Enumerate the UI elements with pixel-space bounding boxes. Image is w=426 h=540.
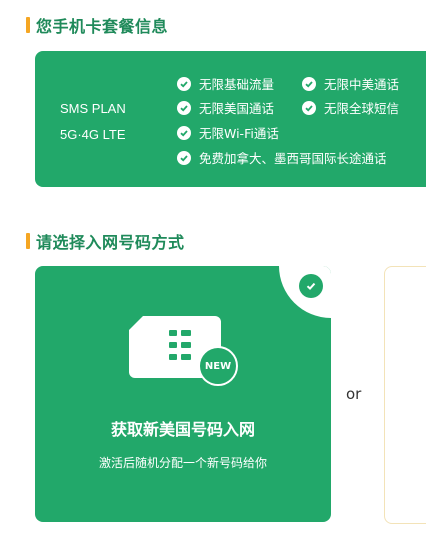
check-icon <box>177 76 191 91</box>
check-icon <box>177 150 191 165</box>
transfer-number-option[interactable] <box>384 266 426 524</box>
feature-item: 无限中美通话 <box>302 74 399 93</box>
feature-item: 无限Wi-Fi通话 <box>177 123 279 142</box>
check-icon <box>177 100 191 115</box>
new-badge: NEW <box>198 346 238 386</box>
plan-name-line2: 5G·4G LTE <box>60 127 126 142</box>
check-icon <box>302 100 316 115</box>
plan-name-line1: SMS PLAN <box>60 101 126 116</box>
or-separator: or <box>346 385 362 403</box>
feature-item: 无限基础流量 <box>177 74 274 93</box>
feature-item: 无限全球短信 <box>302 98 399 117</box>
plan-section-title-text: 您手机卡套餐信息 <box>36 17 169 36</box>
check-icon <box>302 76 316 91</box>
plan-section-title: 您手机卡套餐信息 <box>26 13 168 37</box>
option-title: 获取新美国号码入网 <box>110 420 255 439</box>
feature-item: 无限美国通话 <box>177 98 274 117</box>
title-accent-bar <box>26 233 30 249</box>
new-number-option[interactable]: NEW 获取新美国号码入网 激活后随机分配一个新号码给你 <box>35 266 331 522</box>
selected-check-icon <box>299 274 323 298</box>
plan-info-card: SMS PLAN 5G·4G LTE 无限基础流量 无限中美通话 无限美国通话 … <box>35 51 426 187</box>
selected-corner <box>279 266 331 318</box>
number-section-title: 请选择入网号码方式 <box>26 229 185 253</box>
title-accent-bar <box>26 17 30 33</box>
option-description: 激活后随机分配一个新号码给你 <box>98 456 267 470</box>
check-icon <box>177 125 191 140</box>
plan-name: SMS PLAN 5G·4G LTE <box>60 96 126 148</box>
number-section-title-text: 请选择入网号码方式 <box>36 233 185 252</box>
feature-item: 免费加拿大、墨西哥国际长途通话 <box>177 148 387 167</box>
